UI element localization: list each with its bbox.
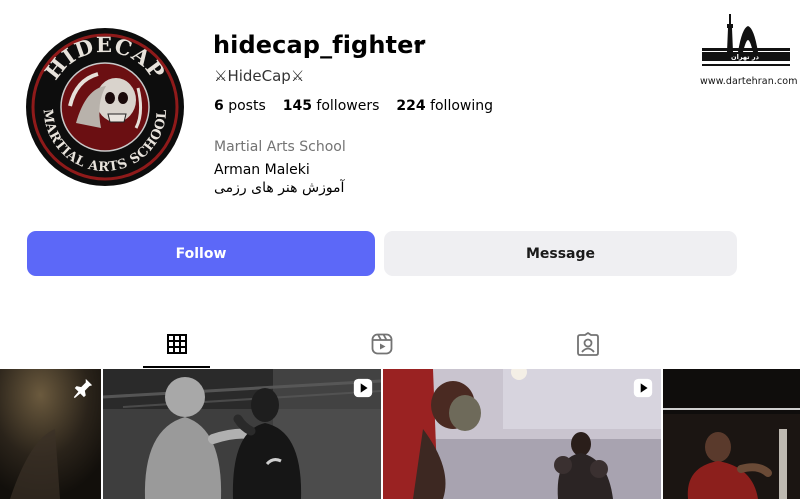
stat-following-label: following xyxy=(430,98,494,114)
profile-category: Martial Arts School xyxy=(214,139,346,155)
watermark-url: www.dartehran.com xyxy=(700,76,798,87)
tab-reels[interactable] xyxy=(368,330,396,358)
reel-play-icon xyxy=(353,378,373,398)
follow-button[interactable]: Follow xyxy=(27,231,375,276)
more-horizontal-icon: ··· xyxy=(406,34,426,54)
stat-followers[interactable]: 145 followers xyxy=(283,98,380,114)
stat-following[interactable]: 224 following xyxy=(396,98,493,114)
stat-posts: 6 posts xyxy=(214,98,266,114)
posts-grid xyxy=(0,369,800,499)
watermark-persian-text: در تهران xyxy=(731,53,760,61)
reels-icon xyxy=(371,333,393,355)
message-button[interactable]: Message xyxy=(384,231,737,276)
tab-posts[interactable] xyxy=(163,330,191,358)
profile-full-name: ⚔HideCap⚔ xyxy=(214,67,305,85)
stat-posts-label: posts xyxy=(228,98,266,114)
pin-icon xyxy=(73,378,93,399)
post-tile[interactable] xyxy=(0,369,101,499)
stat-followers-label: followers xyxy=(316,98,380,114)
tagged-user-icon xyxy=(577,332,599,356)
hidecap-logo: HIDECAP MARTIAL ARTS SCHOOL xyxy=(27,29,183,185)
post-tile[interactable] xyxy=(383,369,661,499)
stat-following-count: 224 xyxy=(396,98,426,114)
reel-play-icon xyxy=(633,378,653,398)
more-options-button[interactable]: ··· xyxy=(405,33,427,55)
bio-name: Arman Maleki xyxy=(214,162,310,178)
post-tile[interactable] xyxy=(663,369,800,499)
grid-icon xyxy=(167,334,187,354)
tab-tagged[interactable] xyxy=(574,330,602,358)
stat-posts-count: 6 xyxy=(214,98,224,114)
bio-text: آموزش هنر های رزمی xyxy=(214,180,345,196)
stat-followers-count: 145 xyxy=(282,98,312,114)
profile-avatar[interactable]: HIDECAP MARTIAL ARTS SCHOOL xyxy=(26,28,184,186)
post-tile[interactable] xyxy=(103,369,381,499)
profile-username: hidecap_fighter xyxy=(213,31,426,59)
profile-stats: 6 posts 145 followers 224 following xyxy=(214,98,493,114)
active-tab-indicator xyxy=(143,366,210,368)
